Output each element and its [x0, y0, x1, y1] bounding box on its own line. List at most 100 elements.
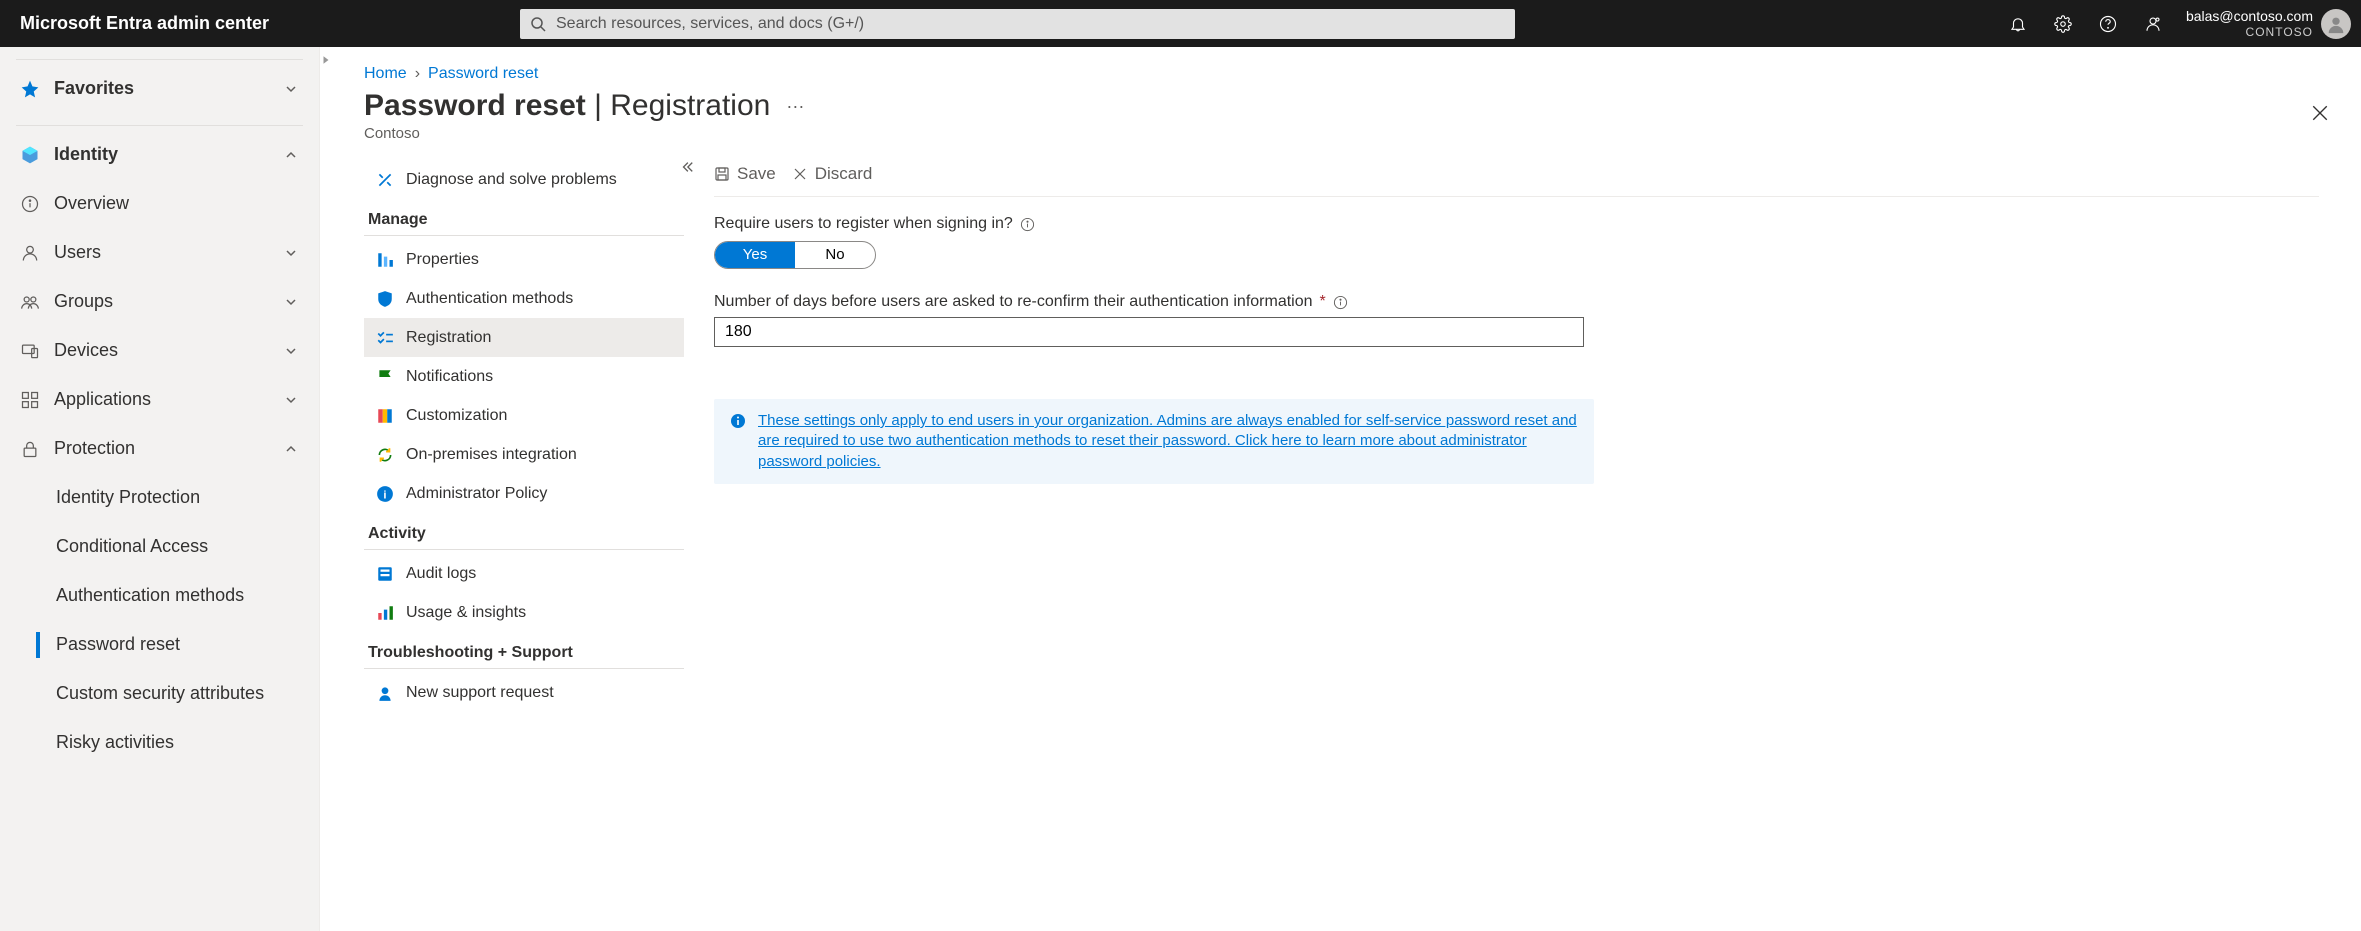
help-icon[interactable] [2086, 0, 2131, 47]
properties-icon [376, 251, 394, 269]
groups-icon [20, 292, 40, 312]
page-subtitle: Contoso [364, 125, 808, 142]
search-icon [530, 16, 546, 32]
log-icon [376, 565, 394, 583]
blade-nav: Diagnose and solve problems Manage Prope… [364, 160, 684, 931]
info-icon[interactable] [1020, 217, 1035, 232]
content-pane: Home › Password reset Password reset | R… [332, 47, 2361, 931]
user-icon [20, 243, 40, 263]
bnav-auth-methods[interactable]: Authentication methods [364, 279, 684, 318]
banner-link[interactable]: These settings only apply to end users i… [758, 411, 1578, 472]
toggle-yes[interactable]: Yes [715, 242, 795, 268]
chevron-down-icon [283, 245, 299, 261]
avatar-icon [2321, 9, 2351, 39]
nav-favorites[interactable]: Favorites [0, 64, 319, 113]
notifications-icon[interactable] [1996, 0, 2041, 47]
breadcrumb-current[interactable]: Password reset [428, 65, 538, 83]
bnav-registration[interactable]: Registration [364, 318, 684, 357]
toggle-no[interactable]: No [795, 242, 875, 268]
bnav-onprem[interactable]: On-premises integration [364, 435, 684, 474]
nav-devices[interactable]: Devices [0, 326, 319, 375]
nav-applications[interactable]: Applications [0, 375, 319, 424]
info-icon [20, 194, 40, 214]
left-nav: Favorites Identity Overview Users [0, 47, 320, 931]
chevron-down-icon [283, 343, 299, 359]
brand-label: Microsoft Entra admin center [0, 0, 302, 47]
bnav-audit-logs[interactable]: Audit logs [364, 554, 684, 593]
page-title: Password reset | Registration ··· [364, 89, 808, 123]
info-circle-icon: i [376, 485, 394, 503]
nav-overview[interactable]: Overview [0, 179, 319, 228]
nav-risky-activities[interactable]: Risky activities [0, 718, 319, 767]
bnav-diagnose[interactable]: Diagnose and solve problems [364, 160, 684, 199]
identity-icon [20, 145, 40, 165]
feedback-icon[interactable] [2131, 0, 2176, 47]
nav-protection[interactable]: Protection [0, 424, 319, 473]
nav-conditional-access[interactable]: Conditional Access [0, 522, 319, 571]
discard-button[interactable]: Discard [792, 164, 873, 184]
flag-icon [376, 368, 394, 386]
star-icon [20, 79, 40, 99]
diagnose-icon [376, 171, 394, 189]
apps-icon [20, 390, 40, 410]
header-right: balas@contoso.com CONTOSO [1996, 0, 2361, 47]
search-input[interactable] [520, 9, 1515, 39]
collapse-left-nav-icon[interactable] [320, 47, 332, 931]
chevron-down-icon [283, 294, 299, 310]
checklist-icon [376, 329, 394, 347]
chart-icon [376, 604, 394, 622]
days-label: Number of days before users are asked to… [714, 293, 2319, 311]
top-header: Microsoft Entra admin center balas@conto… [0, 0, 2361, 47]
close-blade-icon[interactable] [2311, 104, 2329, 128]
bnav-new-support[interactable]: New support request [364, 673, 684, 712]
bnav-troubleshooting-heading: Troubleshooting + Support [364, 632, 684, 669]
info-banner: These settings only apply to end users i… [714, 399, 1594, 484]
days-input[interactable] [714, 317, 1584, 347]
blade-content: Save Discard Require users to register w… [684, 160, 2329, 931]
nav-password-reset[interactable]: Password reset [0, 620, 319, 669]
bnav-usage[interactable]: Usage & insights [364, 593, 684, 632]
bnav-notifications[interactable]: Notifications [364, 357, 684, 396]
account-tenant: CONTOSO [2186, 25, 2313, 39]
account-block[interactable]: balas@contoso.com CONTOSO [2176, 8, 2361, 39]
breadcrumb-separator-icon: › [415, 65, 420, 83]
settings-icon[interactable] [2041, 0, 2086, 47]
blade: Home › Password reset Password reset | R… [332, 47, 2361, 931]
breadcrumb: Home › Password reset [364, 65, 2329, 83]
require-register-label: Require users to register when signing i… [714, 215, 2319, 233]
nav-identity[interactable]: Identity [0, 130, 319, 179]
protection-submenu: Identity Protection Conditional Access A… [0, 473, 319, 767]
save-button[interactable]: Save [714, 164, 776, 184]
chevron-up-icon [283, 147, 299, 163]
main-layout: Favorites Identity Overview Users [0, 47, 2361, 931]
svg-text:i: i [383, 489, 386, 501]
shield-icon [376, 290, 394, 308]
nav-identity-protection[interactable]: Identity Protection [0, 473, 319, 522]
bnav-customization[interactable]: Customization [364, 396, 684, 435]
bnav-activity-heading: Activity [364, 513, 684, 550]
bnav-manage-heading: Manage [364, 199, 684, 236]
chevron-down-icon [283, 392, 299, 408]
nav-auth-methods[interactable]: Authentication methods [0, 571, 319, 620]
more-menu-icon[interactable]: ··· [782, 96, 808, 117]
support-icon [376, 684, 394, 702]
info-circle-icon [730, 413, 746, 429]
nav-custom-sec-attrs[interactable]: Custom security attributes [0, 669, 319, 718]
require-register-toggle: Yes No [714, 241, 876, 269]
nav-groups[interactable]: Groups [0, 277, 319, 326]
search-wrap [520, 9, 1515, 39]
bnav-admin-policy[interactable]: i Administrator Policy [364, 474, 684, 513]
palette-icon [376, 407, 394, 425]
nav-users[interactable]: Users [0, 228, 319, 277]
info-icon[interactable] [1333, 295, 1348, 310]
breadcrumb-home[interactable]: Home [364, 65, 407, 83]
collapse-blade-nav-icon[interactable] [680, 160, 694, 179]
chevron-down-icon [283, 81, 299, 97]
chevron-up-icon [283, 441, 299, 457]
lock-icon [20, 439, 40, 459]
sync-icon [376, 446, 394, 464]
bnav-properties[interactable]: Properties [364, 240, 684, 279]
devices-icon [20, 341, 40, 361]
toolbar: Save Discard [714, 160, 2319, 197]
account-email: balas@contoso.com [2186, 8, 2313, 25]
